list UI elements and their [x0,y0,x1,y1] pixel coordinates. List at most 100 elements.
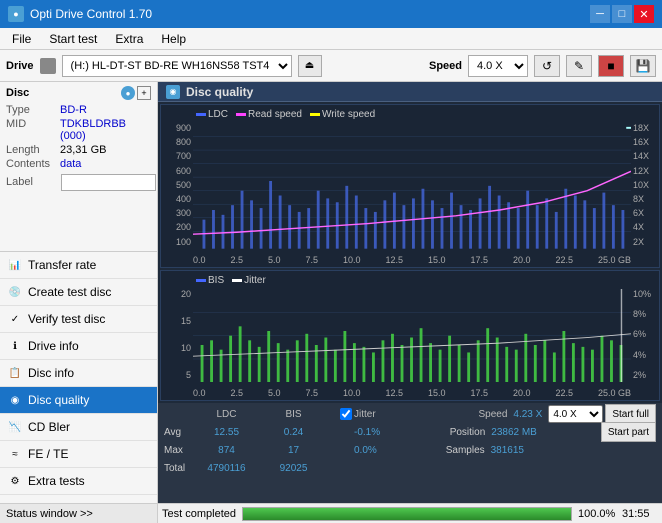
sidebar: Disc ● + Type BD-R MID TDKBLDRBB (000) L… [0,82,158,523]
close-button[interactable]: ✕ [634,5,654,23]
extra-tests-icon: ⚙ [8,474,22,488]
status-window-button[interactable]: Status window >> [0,503,157,523]
nav-extra-tests[interactable]: ⚙ Extra tests [0,468,157,495]
bis-max: 17 [261,445,326,456]
save-button[interactable]: 💾 [630,55,656,77]
transfer-rate-icon: 📊 [8,258,22,272]
legend-bis-label: BIS [208,275,224,286]
bis-total: 92025 [261,463,326,474]
chart-area: LDC Read speed Write speed 900 800 70 [158,102,662,403]
legend-read-label: Read speed [248,109,302,120]
legend-jitter-label: Jitter [244,275,266,286]
nav-fe-te-label: FE / TE [28,447,68,461]
jitter-checkbox[interactable] [340,408,352,420]
fe-te-icon: ≈ [8,447,22,461]
nav-fe-te[interactable]: ≈ FE / TE [0,441,157,468]
mid-label: MID [6,118,58,142]
disc-panel: Disc ● + Type BD-R MID TDKBLDRBB (000) L… [0,82,157,252]
content-icon: ◉ [166,85,180,99]
refresh-button[interactable]: ↺ [534,55,560,77]
legend-jitter: Jitter [232,275,266,286]
disc-quality-icon: ◉ [8,393,22,407]
length-label: Length [6,144,58,156]
edit-button[interactable]: ✎ [566,55,592,77]
nav-transfer-rate-label: Transfer rate [28,258,96,272]
nav-disc-quality-label: Disc quality [28,393,89,407]
chart-top-legend: LDC Read speed Write speed [196,109,375,120]
chart-bis: BIS Jitter 20 15 10 5 10% 8% 6% [160,270,660,401]
nav-drive-info-label: Drive info [28,339,79,353]
contents-label: Contents [6,158,58,170]
ldc-avg: 12.55 [194,427,259,438]
jitter-header: Jitter [354,409,376,420]
chart-top-x-axis: 0.0 2.5 5.0 7.5 10.0 12.5 15.0 17.5 20.0… [193,255,631,265]
start-part-button[interactable]: Start part [601,422,656,442]
nav-create-test-disc-label: Create test disc [28,285,111,299]
ldc-header: LDC [194,409,259,420]
legend-bis-dot [196,279,206,282]
nav-cd-bler[interactable]: 📉 CD Bler [0,414,157,441]
chart-bottom-canvas [193,289,631,382]
nav-disc-quality[interactable]: ◉ Disc quality [0,387,157,414]
legend-read-dot [236,113,246,116]
chart-bottom-y-right: 10% 8% 6% 4% 2% [631,289,659,380]
max-label: Max [164,445,192,456]
create-disc-icon: 💿 [8,285,22,299]
drive-select[interactable]: (H:) HL-DT-ST BD-RE WH16NS58 TST4 [62,55,292,77]
nav-disc-info[interactable]: 📋 Disc info [0,360,157,387]
speed-quality-select[interactable]: 4.0 X [548,405,603,423]
chart-bottom-x-axis: 0.0 2.5 5.0 7.5 10.0 12.5 15.0 17.5 20.0… [193,388,631,398]
chart-bottom-legend: BIS Jitter [196,275,266,286]
menu-file[interactable]: File [4,30,39,48]
content-header: ◉ Disc quality [158,82,662,102]
nav-transfer-rate[interactable]: 📊 Transfer rate [0,252,157,279]
drive-label: Drive [6,60,34,72]
nav-disc-info-label: Disc info [28,366,74,380]
drive-icon [40,58,56,74]
start-full-button[interactable]: Start full [605,404,656,424]
bis-header: BIS [261,409,326,420]
drive-info-icon: ℹ [8,339,22,353]
nav-verify-test-disc[interactable]: ✓ Verify test disc [0,306,157,333]
disc-expand-button[interactable]: + [137,86,151,100]
ldc-max: 874 [194,445,259,456]
nav-create-test-disc[interactable]: 💿 Create test disc [0,279,157,306]
legend-read-speed: Read speed [236,109,302,120]
progress-bar [242,507,572,521]
speed-value: 4.23 X [513,409,542,420]
nav-verify-test-disc-label: Verify test disc [28,312,105,326]
app-title: Opti Drive Control 1.70 [30,7,152,21]
mid-value: TDKBLDRBB (000) [60,118,151,142]
drivebar: Drive (H:) HL-DT-ST BD-RE WH16NS58 TST4 … [0,50,662,82]
minimize-button[interactable]: ─ [590,5,610,23]
chart-top-svg [193,123,631,249]
label-input[interactable] [61,174,156,191]
disc-panel-title: Disc [6,87,29,99]
length-value: 23,31 GB [60,144,106,156]
progress-time: 31:55 [622,508,658,520]
speed-header: Speed [478,409,507,420]
titlebar: ● Opti Drive Control 1.70 ─ □ ✕ [0,0,662,28]
color-button[interactable]: ■ [598,55,624,77]
chart-top-y-left: 900 800 700 600 500 400 300 200 100 [161,123,193,247]
cd-bler-icon: 📉 [8,420,22,434]
nav-drive-info[interactable]: ℹ Drive info [0,333,157,360]
sidebar-nav: 📊 Transfer rate 💿 Create test disc ✓ Ver… [0,252,157,503]
jitter-max: 0.0% [354,445,377,456]
samples-label: Samples [446,445,485,456]
progress-fill [243,508,571,520]
stats-area: LDC BIS Jitter Speed 4.23 X 4.0 X Start … [158,403,662,503]
speed-select[interactable]: 4.0 X 8.0 X 16.0 X [468,55,528,77]
menubar: File Start test Extra Help [0,28,662,50]
menu-starttest[interactable]: Start test [41,30,105,48]
position-label: Position [450,427,486,438]
content-title: Disc quality [186,85,253,99]
chart-ldc: LDC Read speed Write speed 900 800 70 [160,104,660,268]
main-layout: Disc ● + Type BD-R MID TDKBLDRBB (000) L… [0,82,662,523]
menu-help[interactable]: Help [153,30,194,48]
legend-ldc-label: LDC [208,109,228,120]
menu-extra[interactable]: Extra [107,30,151,48]
eject-button[interactable]: ⏏ [298,55,322,77]
contents-value: data [60,158,81,170]
maximize-button[interactable]: □ [612,5,632,23]
